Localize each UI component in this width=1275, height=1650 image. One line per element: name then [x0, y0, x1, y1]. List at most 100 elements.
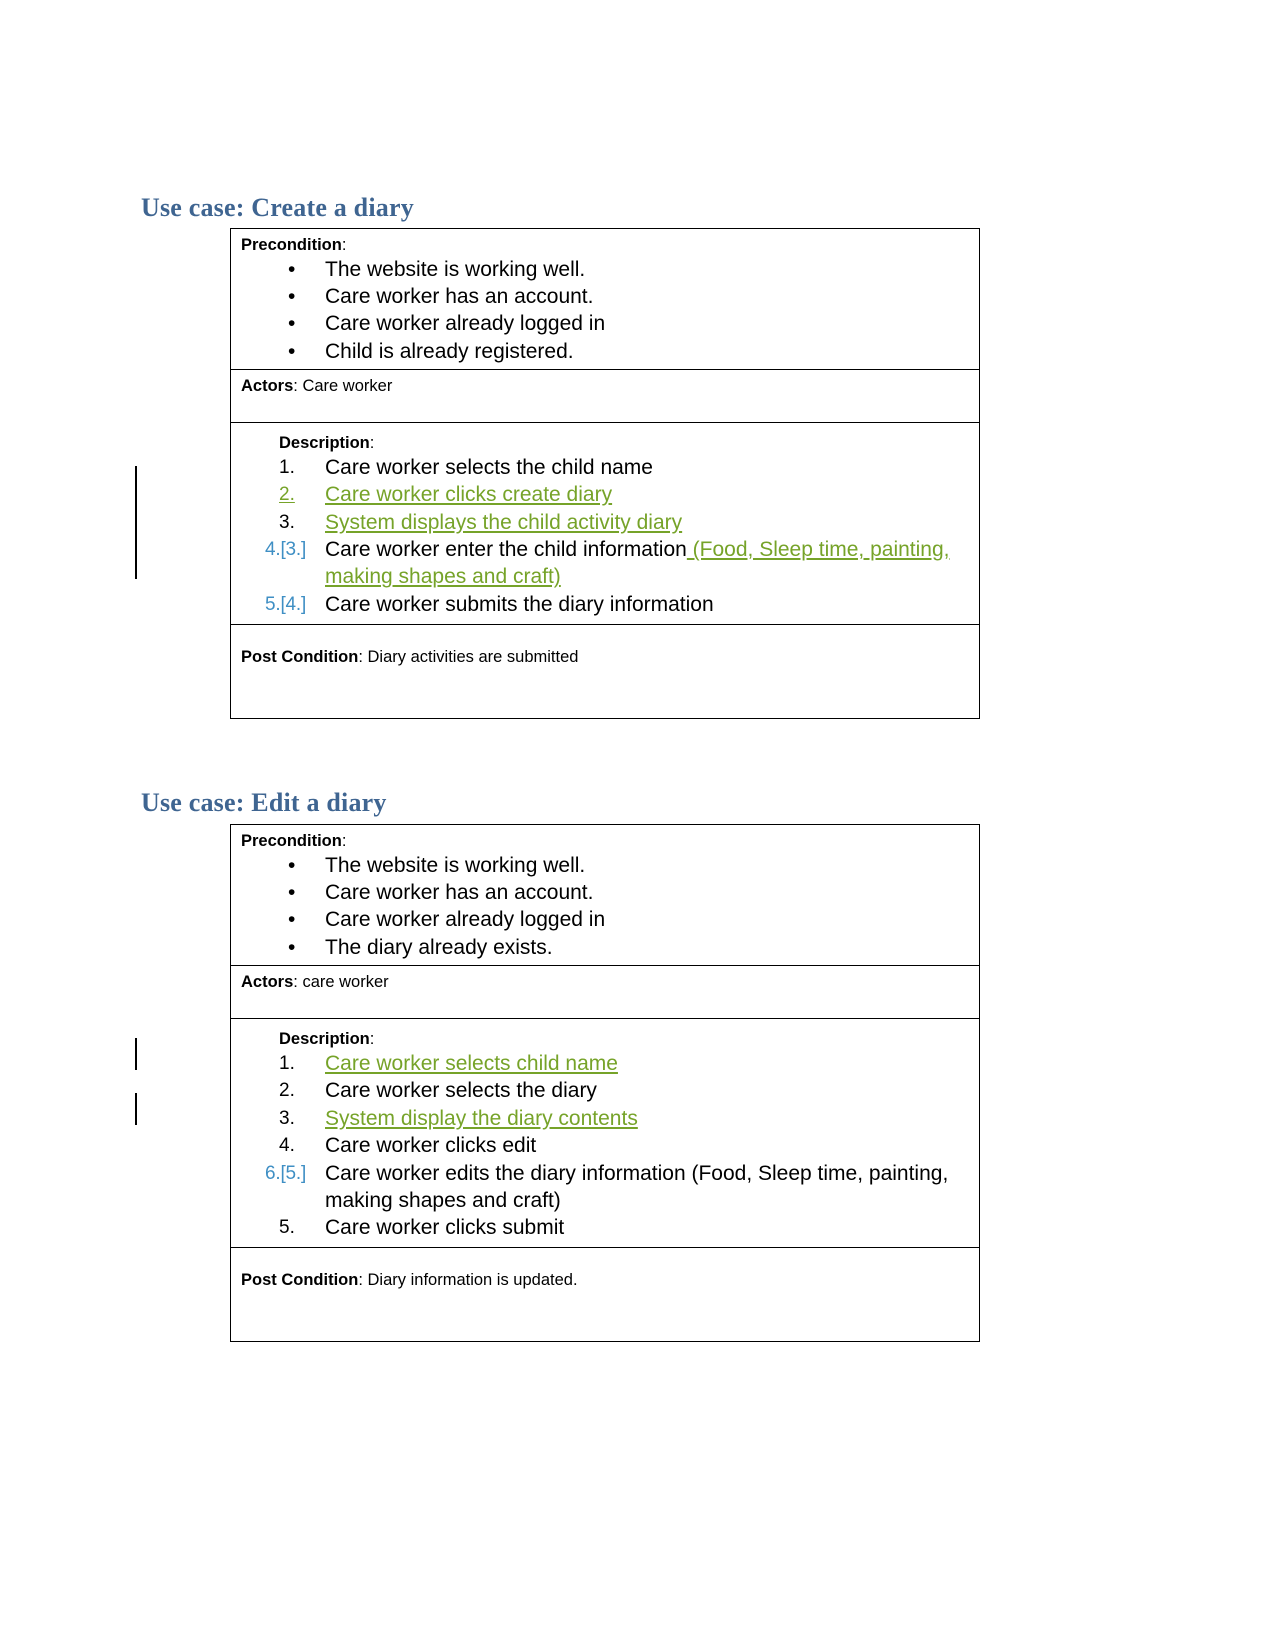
post-condition-line: Post Condition: Diary information is upd…	[241, 1270, 969, 1291]
precondition-label: Precondition:	[241, 831, 969, 852]
step-segment-inserted: Care worker selects child name	[325, 1052, 618, 1076]
list-item: • The website is working well.	[241, 852, 969, 879]
bullet-icon: •	[288, 853, 296, 877]
list-item: • Care worker has an account.	[241, 879, 969, 906]
bullet-icon: •	[288, 339, 296, 363]
precondition-list: • The website is working well. • Care wo…	[241, 852, 969, 961]
step-marker: 2.	[279, 1080, 295, 1102]
precondition-list: • The website is working well. • Care wo…	[241, 256, 969, 365]
step-marker-renumbered: 6.[5.]	[265, 1162, 307, 1184]
precondition-item-text: The website is working well.	[325, 853, 586, 877]
table-row: 6.[5.] Care worker edits the diary infor…	[241, 1160, 969, 1215]
step-text: Care worker selects child name	[325, 1050, 969, 1077]
step-segment-inserted: System displays the child activity diary	[325, 510, 683, 534]
precondition-item-text: Care worker has an account.	[325, 880, 594, 904]
list-item: • Child is already registered.	[241, 338, 969, 365]
table-row: 2. Care worker clicks create diary	[241, 481, 969, 508]
post-condition-row: Post Condition: Diary activities are sub…	[231, 625, 979, 718]
post-condition-label-text: Post Condition	[241, 1271, 359, 1290]
actors-line: Actors: care worker	[241, 972, 969, 993]
step-segment: Care worker clicks submit	[325, 1216, 565, 1240]
step-text: System displays the child activity diary	[325, 509, 969, 536]
actors-label-text: Actors	[241, 376, 294, 395]
description-label-text: Description	[279, 434, 370, 453]
use-case-2-heading: Use case: Edit a diary	[141, 788, 387, 817]
table-row: 4. Care worker clicks edit	[241, 1132, 969, 1159]
step-text: Care worker selects the child name	[325, 454, 969, 481]
step-segment: Care worker enter the child information	[325, 538, 687, 562]
list-item: • The diary already exists.	[241, 934, 969, 961]
change-bar	[135, 1038, 138, 1070]
document-page: Use case: Create a diary Precondition: •…	[0, 0, 1275, 1650]
table-row: 4.[3.] Care worker enter the child infor…	[241, 536, 969, 591]
description-label: Description:	[241, 433, 969, 454]
step-marker: 1.	[279, 1053, 295, 1075]
step-text: Care worker clicks create diary	[325, 481, 969, 508]
actors-colon: :	[293, 376, 298, 395]
description-row: Description: 1. Care worker selects the …	[231, 423, 979, 626]
precondition-item-text: Care worker already logged in	[325, 908, 606, 932]
bullet-icon: •	[288, 284, 296, 308]
actors-value: Care worker	[302, 376, 393, 395]
step-text: System display the diary contents	[325, 1105, 969, 1132]
precondition-row: Precondition: • The website is working w…	[231, 825, 979, 966]
description-colon: :	[369, 434, 375, 453]
table-row: 3. System displays the child activity di…	[241, 509, 969, 536]
bullet-icon: •	[288, 312, 296, 336]
use-case-1-heading: Use case: Create a diary	[141, 193, 414, 222]
table-row: 1. Care worker selects child name	[241, 1050, 969, 1077]
actors-row: Actors: care worker	[231, 966, 979, 1020]
precondition-label-text: Precondition	[241, 832, 342, 850]
table-row: 1. Care worker selects the child name	[241, 454, 969, 481]
step-marker-renumbered: 5.[4.]	[265, 593, 307, 615]
use-case-2-table: Precondition: • The website is working w…	[230, 824, 980, 1343]
actors-value: care worker	[302, 972, 389, 991]
change-bar	[135, 466, 138, 579]
step-segment: Care worker selects the child name	[325, 456, 653, 480]
table-row: 2. Care worker selects the diary	[241, 1077, 969, 1104]
post-condition-colon: :	[358, 1271, 363, 1290]
step-segment-inserted: System display the diary contents	[325, 1106, 638, 1130]
step-marker: 2.	[279, 484, 295, 506]
step-text: Care worker clicks edit	[325, 1132, 969, 1159]
precondition-item-text: The diary already exists.	[325, 935, 553, 959]
list-item: • Care worker has an account.	[241, 283, 969, 310]
post-condition-value: Diary activities are submitted	[367, 648, 579, 667]
actors-line: Actors: Care worker	[241, 376, 969, 397]
step-segment: Care worker clicks edit	[325, 1134, 537, 1158]
step-text: Care worker clicks submit	[325, 1214, 969, 1241]
step-segment-inserted: Care worker clicks create diary	[325, 483, 613, 507]
step-segment: Care worker edits the diary information …	[325, 1161, 949, 1212]
step-text: Care worker selects the diary	[325, 1077, 969, 1104]
bullet-icon: •	[288, 935, 296, 959]
table-row: 3. System display the diary contents	[241, 1105, 969, 1132]
precondition-item-text: Child is already registered.	[325, 339, 574, 363]
table-row: 5. Care worker clicks submit	[241, 1214, 969, 1241]
description-row: Description: 1. Care worker selects chil…	[231, 1019, 979, 1249]
precondition-label: Precondition:	[241, 235, 969, 256]
step-marker-renumbered: 4.[3.]	[265, 539, 307, 561]
step-text: Care worker edits the diary information …	[325, 1160, 969, 1215]
post-condition-colon: :	[358, 648, 363, 667]
precondition-item-text: The website is working well.	[325, 257, 586, 281]
bullet-icon: •	[288, 908, 296, 932]
actors-label-text: Actors	[241, 972, 294, 991]
description-label: Description:	[241, 1029, 969, 1050]
table-row: 5.[4.] Care worker submits the diary inf…	[241, 591, 969, 618]
actors-row: Actors: Care worker	[231, 370, 979, 424]
precondition-colon: :	[341, 236, 347, 254]
post-condition-row: Post Condition: Diary information is upd…	[231, 1248, 979, 1341]
description-label-text: Description	[279, 1030, 370, 1049]
step-text: Care worker enter the child information …	[325, 536, 969, 591]
description-step-list: 1. Care worker selects child name 2. Car…	[241, 1050, 969, 1241]
post-condition-label-text: Post Condition	[241, 648, 359, 667]
step-marker: 5.	[279, 1217, 295, 1239]
step-segment: Care worker selects the diary	[325, 1079, 597, 1103]
precondition-colon: :	[341, 832, 347, 850]
precondition-item-text: Care worker has an account.	[325, 284, 594, 308]
precondition-label-text: Precondition	[241, 236, 342, 254]
precondition-row: Precondition: • The website is working w…	[231, 229, 979, 370]
post-condition-line: Post Condition: Diary activities are sub…	[241, 647, 969, 668]
actors-colon: :	[293, 972, 298, 991]
step-marker: 3.	[279, 1107, 295, 1129]
